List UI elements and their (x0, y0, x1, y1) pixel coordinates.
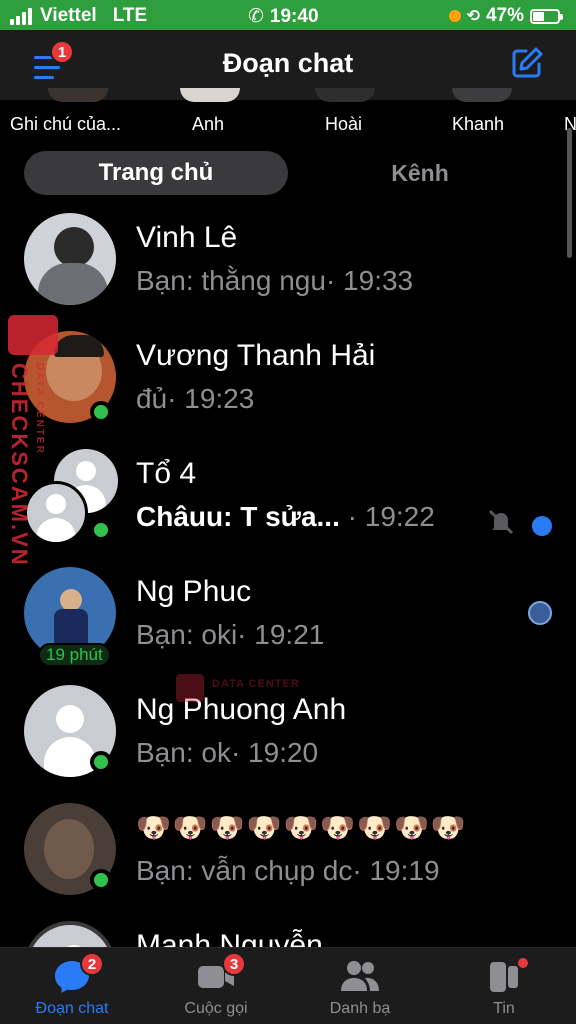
avatar (24, 213, 116, 305)
watermark-subtext: DATA CENTER (34, 363, 45, 455)
status-bar: Viettel LTE ✆ 19:40 ⟲ 47% (0, 0, 576, 30)
chat-row[interactable]: Vương Thanh Hải đủ· 19:23 (0, 323, 576, 440)
nav-chats[interactable]: 2 Đoạn chat (0, 948, 144, 1024)
nav-label: Cuộc gọi (184, 1000, 248, 1017)
status-center: ✆ 19:40 (248, 5, 319, 28)
tab-home[interactable]: Trang chủ (24, 151, 288, 195)
note-label: Anh (192, 114, 225, 134)
preview-time: · 19:20 (230, 737, 319, 768)
note-label: Hoài (325, 114, 363, 134)
online-indicator (90, 751, 112, 773)
online-indicator (90, 869, 112, 891)
watermark-text: DATA CENTER (212, 678, 300, 690)
chat-preview: Châuu: T sửa... · 19:22 (136, 501, 435, 533)
note-avatar (452, 88, 512, 102)
avatar-head (76, 461, 96, 481)
chat-preview: đủ· 19:23 (136, 383, 254, 415)
nav-label: Danh bạ (329, 1000, 391, 1017)
status-right: ⟲ 47% (448, 5, 563, 27)
tab-bar: Trang chủ Kênh (24, 151, 552, 195)
chat-preview: Bạn: ok· 19:20 (136, 737, 318, 769)
preview-text: Châuu: T sửa... (136, 501, 340, 532)
preview-text: Bạn: ok (136, 737, 231, 768)
battery-icon (530, 8, 563, 24)
chat-row[interactable]: Mạnh Nguyễn (0, 913, 576, 947)
nav-dot (516, 956, 530, 970)
preview-text: Bạn: vẫn chụp dc (136, 855, 353, 886)
avatar (24, 921, 116, 947)
preview-time: · 19:22 (339, 501, 435, 532)
chat-name: Mạnh Nguyễn (136, 929, 323, 947)
preview-time: · 19:33 (325, 265, 414, 296)
seen-avatar-icon (528, 601, 552, 625)
chat-name: Vinh Lê (136, 221, 238, 254)
lock-icon (176, 674, 204, 702)
bottom-nav: 2 Đoạn chat 3 Cuộc gọi Danh bạ Tin (0, 947, 576, 1024)
nav-label: Đoạn chat (35, 1000, 109, 1017)
network-type: LTE (112, 5, 148, 26)
avatar-head (46, 494, 66, 514)
chat-row[interactable]: 🐶🐶🐶🐶🐶🐶🐶🐶🐶 Bạn: vẫn chụp dc· 19:19 (0, 795, 576, 912)
page-title: Đoạn chat (222, 48, 354, 78)
preview-text: Bạn: oki (136, 619, 238, 650)
chat-name: Ng Phuong Anh (136, 693, 347, 726)
nav-badge: 2 (80, 952, 104, 976)
unread-dot (532, 516, 552, 536)
chat-name: Tổ 4 (136, 457, 197, 490)
chat-preview: Bạn: vẫn chụp dc· 19:19 (136, 855, 440, 887)
avatar-figure (60, 589, 82, 611)
preview-time: · 19:21 (237, 619, 325, 650)
active-ago-badge: 19 phút (38, 643, 111, 667)
phone-icon: ✆ (248, 6, 264, 27)
chat-row[interactable]: Ng Phuong Anh Bạn: ok· 19:20 (0, 677, 576, 794)
nav-label: Tin (493, 1000, 515, 1017)
chat-name: 🐶🐶🐶🐶🐶🐶🐶🐶🐶 (136, 812, 468, 843)
preview-time: · 19:23 (167, 383, 255, 414)
online-indicator (90, 401, 112, 423)
chat-row[interactable]: Vinh Lê Bạn: thằng ngu· 19:33 (0, 205, 576, 322)
chat-preview: Bạn: oki· 19:21 (136, 619, 324, 651)
preview-text: Bạn: thằng ngu (136, 265, 326, 296)
note-avatar (180, 88, 240, 102)
nav-stories[interactable]: Tin (432, 948, 576, 1024)
chat-preview: Bạn: thằng ngu· 19:33 (136, 265, 413, 297)
avatar-body (44, 737, 96, 777)
avatar-figure (54, 335, 104, 357)
avatar-figure (44, 819, 94, 879)
muted-bell-icon (488, 509, 514, 535)
preview-time: · 19:19 (352, 855, 440, 886)
nav-badge: 3 (222, 952, 246, 976)
note-label: Khanh (452, 114, 505, 134)
chat-row[interactable]: Tổ 4 Châuu: T sửa... · 19:22 (0, 441, 576, 558)
avatar-figure (54, 227, 94, 267)
chat-name: Ng Phuc (136, 575, 252, 608)
chat-row[interactable]: 19 phút Ng Phuc Bạn: oki· 19:21 (0, 559, 576, 676)
rotation-lock-icon: ⟲ (466, 8, 480, 25)
status-time: 19:40 (269, 5, 319, 27)
status-left: Viettel LTE (10, 5, 147, 27)
note-label: Ghi chú của... (10, 114, 122, 134)
people-icon (341, 961, 379, 991)
lock-icon (8, 315, 58, 355)
preview-text: đủ (136, 383, 168, 414)
avatar-head (56, 705, 84, 733)
note-avatar (315, 88, 375, 102)
notes-row: Ghi chú của... Anh Hoài Khanh N (0, 88, 576, 140)
online-indicator (90, 519, 112, 541)
note-avatar (48, 88, 108, 102)
chat-list: Vinh Lê Bạn: thằng ngu· 19:33 Vương Than… (0, 205, 576, 947)
tab-channels[interactable]: Kênh (288, 151, 552, 195)
watermark-side: CHECKSCAM.VN DATA CENTER (4, 315, 58, 567)
avatar-figure (38, 263, 108, 305)
signal-icon (10, 7, 32, 25)
compose-icon[interactable] (510, 46, 544, 80)
battery-percent: 47% (485, 5, 524, 26)
nav-contacts[interactable]: Danh bạ (288, 948, 432, 1024)
nav-calls[interactable]: 3 Cuộc gọi (144, 948, 288, 1024)
chat-name: Vương Thanh Hải (136, 339, 376, 372)
carrier-name: Viettel (40, 5, 97, 26)
watermark-text: CHECKSCAM.VN (7, 363, 32, 567)
recording-dot-icon (448, 10, 461, 22)
